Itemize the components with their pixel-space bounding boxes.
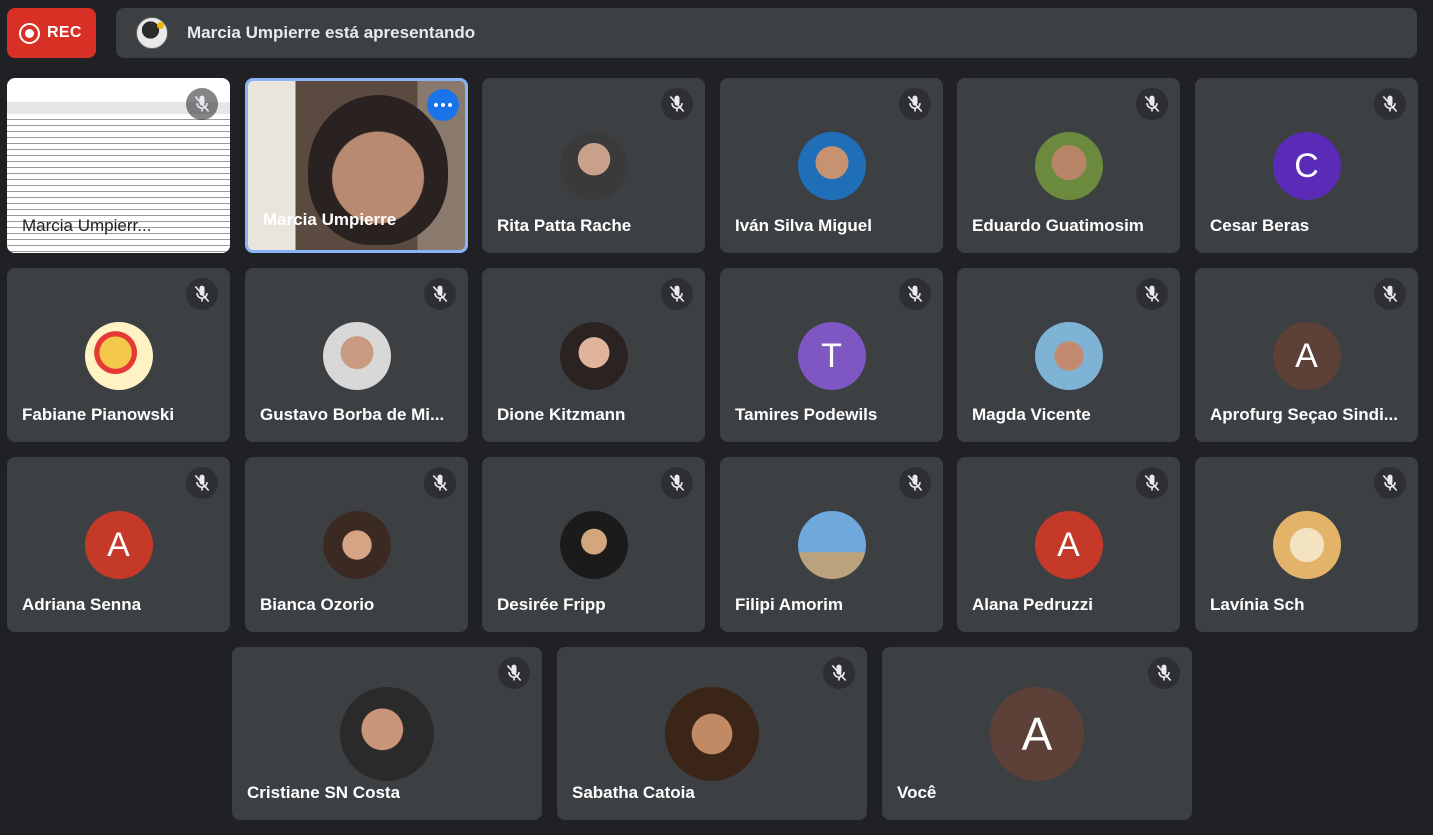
mic-off-icon <box>498 657 530 689</box>
avatar <box>797 511 866 579</box>
avatar <box>84 322 153 390</box>
participant-tile[interactable]: Marcia Umpierr... <box>7 78 230 253</box>
participant-name: Aprofurg Seçao Sindi... <box>1210 405 1398 424</box>
mic-off-icon <box>186 467 218 499</box>
participant-tile[interactable]: C Cesar Beras <box>1195 78 1418 253</box>
participant-tile[interactable]: Cristiane SN Costa <box>232 647 542 820</box>
participant-name: Marcia Umpierr... <box>22 216 152 235</box>
participant-name: Você <box>897 783 937 802</box>
mic-off-icon <box>899 88 931 120</box>
participant-tile[interactable]: Iván Silva Miguel <box>720 78 943 253</box>
mic-off-icon <box>424 467 456 499</box>
participant-name: Fabiane Pianowski <box>22 405 175 424</box>
avatar <box>1034 132 1103 200</box>
participant-name: Lavínia Sch <box>1210 595 1305 614</box>
participant-name: Sabatha Catoia <box>572 783 695 802</box>
presenting-banner[interactable]: Marcia Umpierre está apresentando <box>116 8 1417 58</box>
participant-name: Gustavo Borba de Mi... <box>260 405 445 424</box>
mic-off-icon <box>186 278 218 310</box>
avatar <box>340 687 434 781</box>
participant-name: Tamires Podewils <box>735 405 878 424</box>
participant-name: Cesar Beras <box>1210 216 1310 235</box>
avatar: A <box>990 687 1084 781</box>
presenter-avatar <box>136 17 168 49</box>
mic-off-icon <box>1136 278 1168 310</box>
participant-tile[interactable]: Marcia Umpierre <box>245 78 468 253</box>
mic-off-icon <box>661 88 693 120</box>
avatar <box>559 132 628 200</box>
mic-off-icon <box>186 88 218 120</box>
avatar <box>322 511 391 579</box>
participant-tile[interactable]: Desirée Fripp <box>482 457 705 632</box>
mic-off-icon <box>1136 467 1168 499</box>
mic-off-icon <box>424 278 456 310</box>
more-options-icon[interactable] <box>427 89 459 121</box>
mic-off-icon <box>1148 657 1180 689</box>
participant-name: Filipi Amorim <box>735 595 843 614</box>
participant-tile[interactable]: A Alana Pedruzzi <box>957 457 1180 632</box>
mic-off-icon <box>823 657 855 689</box>
avatar: T <box>797 322 866 390</box>
participant-tile[interactable]: Dione Kitzmann <box>482 268 705 442</box>
mic-off-icon <box>899 467 931 499</box>
mic-off-icon <box>899 278 931 310</box>
avatar: A <box>84 511 153 579</box>
avatar <box>1272 511 1341 579</box>
mic-off-icon <box>661 467 693 499</box>
avatar <box>665 687 759 781</box>
avatar <box>322 322 391 390</box>
mic-off-icon <box>1374 467 1406 499</box>
participant-name: Rita Patta Rache <box>497 216 632 235</box>
participant-name: Bianca Ozorio <box>260 595 375 614</box>
mic-off-icon <box>1374 88 1406 120</box>
participant-tile[interactable]: Lavínia Sch <box>1195 457 1418 632</box>
participant-tile[interactable]: A Adriana Senna <box>7 457 230 632</box>
participant-name: Magda Vicente <box>972 405 1091 424</box>
avatar <box>1034 322 1103 390</box>
participant-tile[interactable]: Gustavo Borba de Mi... <box>245 268 468 442</box>
participant-tile[interactable]: A Você <box>882 647 1192 820</box>
participant-tile[interactable]: Eduardo Guatimosim <box>957 78 1180 253</box>
avatar <box>559 322 628 390</box>
avatar <box>559 511 628 579</box>
participant-name: Iván Silva Miguel <box>735 216 872 235</box>
participant-tile[interactable]: Bianca Ozorio <box>245 457 468 632</box>
participant-tile[interactable]: Rita Patta Rache <box>482 78 705 253</box>
participant-tile[interactable]: T Tamires Podewils <box>720 268 943 442</box>
participant-tile[interactable]: Sabatha Catoia <box>557 647 867 820</box>
avatar: A <box>1272 322 1341 390</box>
mic-off-icon <box>1136 88 1168 120</box>
mic-off-icon <box>661 278 693 310</box>
avatar: A <box>1034 511 1103 579</box>
avatar: C <box>1272 132 1341 200</box>
avatar <box>797 132 866 200</box>
participant-name: Desirée Fripp <box>497 595 606 614</box>
participant-name: Cristiane SN Costa <box>247 783 401 802</box>
participant-tile[interactable]: Fabiane Pianowski <box>7 268 230 442</box>
mic-off-icon <box>1374 278 1406 310</box>
participant-name: Dione Kitzmann <box>497 405 626 424</box>
participant-tile[interactable]: A Aprofurg Seçao Sindi... <box>1195 268 1418 442</box>
presenting-text: Marcia Umpierre está apresentando <box>187 23 476 42</box>
record-icon <box>19 22 40 44</box>
record-button[interactable]: REC <box>7 8 96 58</box>
record-label: REC <box>47 24 82 41</box>
participant-name: Adriana Senna <box>22 595 142 614</box>
participant-name: Marcia Umpierre <box>263 210 397 229</box>
participant-name: Eduardo Guatimosim <box>972 216 1144 235</box>
participant-name: Alana Pedruzzi <box>972 595 1093 614</box>
participant-tile[interactable]: Magda Vicente <box>957 268 1180 442</box>
participant-tile[interactable]: Filipi Amorim <box>720 457 943 632</box>
